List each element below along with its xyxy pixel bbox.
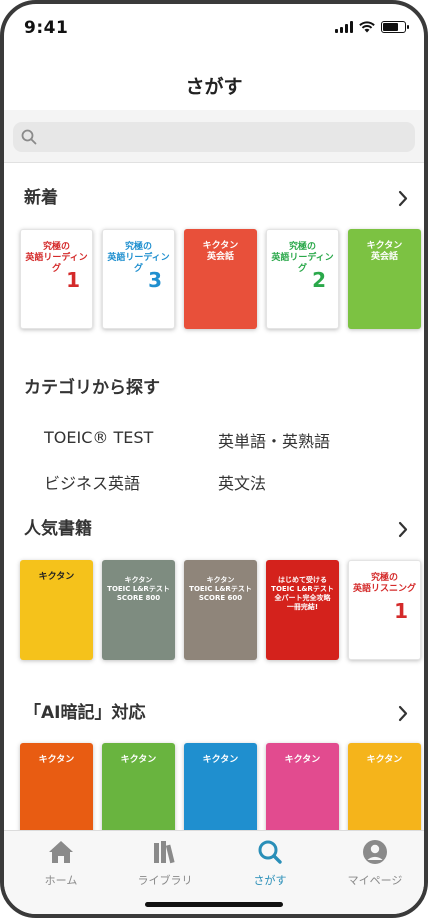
- category-vocabulary[interactable]: 英単語・英熟語: [218, 428, 330, 452]
- book-cover[interactable]: 究極の 英語リーディング 3: [102, 229, 175, 329]
- book-cover[interactable]: キクタン 英会話: [348, 229, 421, 329]
- book-title: 究極の 英語リーディング: [25, 242, 88, 274]
- book-title: キクタン: [202, 755, 239, 765]
- book-cover[interactable]: キクタン: [348, 743, 421, 843]
- book-volume-number: 3: [148, 268, 162, 292]
- section-header-ai[interactable]: 「AI暗記」対応: [24, 699, 408, 727]
- home-indicator: [145, 902, 283, 907]
- book-title: キクタン 英会話: [202, 241, 239, 262]
- chevron-right-icon[interactable]: [398, 190, 408, 207]
- tab-mypage[interactable]: マイページ: [333, 839, 417, 888]
- book-cover[interactable]: 究極の 英語リスニング 1: [348, 560, 421, 660]
- book-title: キクタン: [284, 755, 321, 765]
- new-books-row: 究極の 英語リーディング 1 究極の 英語リーディング 3 キクタン 英会話 究極の 英語…: [20, 229, 421, 339]
- book-cover[interactable]: キクタン TOEIC L&Rテスト SCORE 600: [184, 560, 257, 660]
- search-input[interactable]: [43, 122, 403, 152]
- header-divider: [4, 162, 424, 163]
- section-title-category: カテゴリから探す: [24, 378, 160, 398]
- section-title-new: 新着: [24, 188, 58, 208]
- category-grammar[interactable]: 英文法: [218, 470, 266, 494]
- section-header-category: カテゴリから探す: [24, 374, 408, 402]
- home-icon: [49, 841, 73, 863]
- profile-icon: [363, 840, 387, 864]
- book-title: キクタン: [120, 755, 157, 765]
- category-toeic[interactable]: TOEIC® TEST: [44, 428, 153, 447]
- book-volume-number: 2: [312, 268, 326, 292]
- search-icon: [21, 129, 37, 145]
- tab-library-label: ライブラリ: [137, 874, 193, 887]
- section-header-popular[interactable]: 人気書籍: [24, 515, 408, 543]
- book-cover[interactable]: キクタン: [184, 743, 257, 843]
- book-cover[interactable]: キクタン: [20, 560, 93, 660]
- tab-mypage-label: マイページ: [347, 874, 403, 887]
- page-title: さがす: [185, 76, 243, 98]
- book-title: 究極の 英語リスニング: [352, 573, 416, 594]
- library-icon: [154, 841, 175, 864]
- book-title: キクタン TOEIC L&Rテスト SCORE 600: [189, 576, 252, 602]
- cellular-signal-icon: [335, 21, 353, 33]
- search-box[interactable]: [13, 122, 415, 152]
- book-title: キクタン 英会話: [366, 241, 403, 262]
- tab-search-label: さがす: [253, 874, 287, 887]
- section-header-new[interactable]: 新着: [24, 184, 408, 212]
- tab-home[interactable]: ホーム: [19, 839, 103, 888]
- popular-books-row: キクタン キクタン TOEIC L&Rテスト SCORE 800 キクタン TOEI…: [20, 560, 421, 670]
- chevron-right-icon[interactable]: [398, 705, 408, 722]
- book-cover[interactable]: キクタン: [102, 743, 175, 843]
- book-volume-number: 1: [66, 268, 80, 292]
- status-time: 9:41: [24, 18, 69, 38]
- book-volume-number: 1: [394, 599, 408, 623]
- book-cover[interactable]: キクタン 英会話: [184, 229, 257, 329]
- status-icons: [335, 21, 409, 33]
- wifi-icon: [359, 21, 375, 33]
- book-cover[interactable]: 究極の 英語リーディング 1: [20, 229, 93, 329]
- phone-frame: 9:41 さがす 新着 究極の 英語リーディング 1 究極の 英語リーディング …: [0, 0, 428, 918]
- book-cover[interactable]: キクタン: [266, 743, 339, 843]
- tab-library[interactable]: ライブラリ: [123, 839, 207, 888]
- book-cover[interactable]: 究極の 英語リーディング 2: [266, 229, 339, 329]
- section-title-ai: 「AI暗記」対応: [24, 703, 146, 723]
- tab-search[interactable]: さがす: [228, 839, 312, 888]
- book-title: キクタン: [38, 572, 75, 582]
- search-icon: [258, 840, 282, 864]
- book-cover[interactable]: キクタン TOEIC L&Rテスト SCORE 800: [102, 560, 175, 660]
- search-bar-area: [4, 110, 424, 162]
- book-title: キクタン: [366, 755, 403, 765]
- book-title: 究極の 英語リーディング: [107, 242, 170, 274]
- book-title: はじめて受ける TOEIC L&Rテスト 全パート完全攻略 一冊完結!: [271, 576, 334, 611]
- book-cover[interactable]: はじめて受ける TOEIC L&Rテスト 全パート完全攻略 一冊完結!: [266, 560, 339, 660]
- book-title: キクタン TOEIC L&Rテスト SCORE 800: [107, 576, 170, 602]
- book-title: 究極の 英語リーディング: [271, 242, 334, 274]
- status-bar: 9:41: [4, 4, 424, 50]
- section-title-popular: 人気書籍: [24, 519, 92, 539]
- tab-home-label: ホーム: [44, 874, 78, 887]
- battery-icon: [381, 21, 409, 33]
- category-business-english[interactable]: ビジネス英語: [44, 470, 140, 494]
- book-cover[interactable]: キクタン: [20, 743, 93, 843]
- chevron-right-icon[interactable]: [398, 521, 408, 538]
- book-title: キクタン: [38, 755, 75, 765]
